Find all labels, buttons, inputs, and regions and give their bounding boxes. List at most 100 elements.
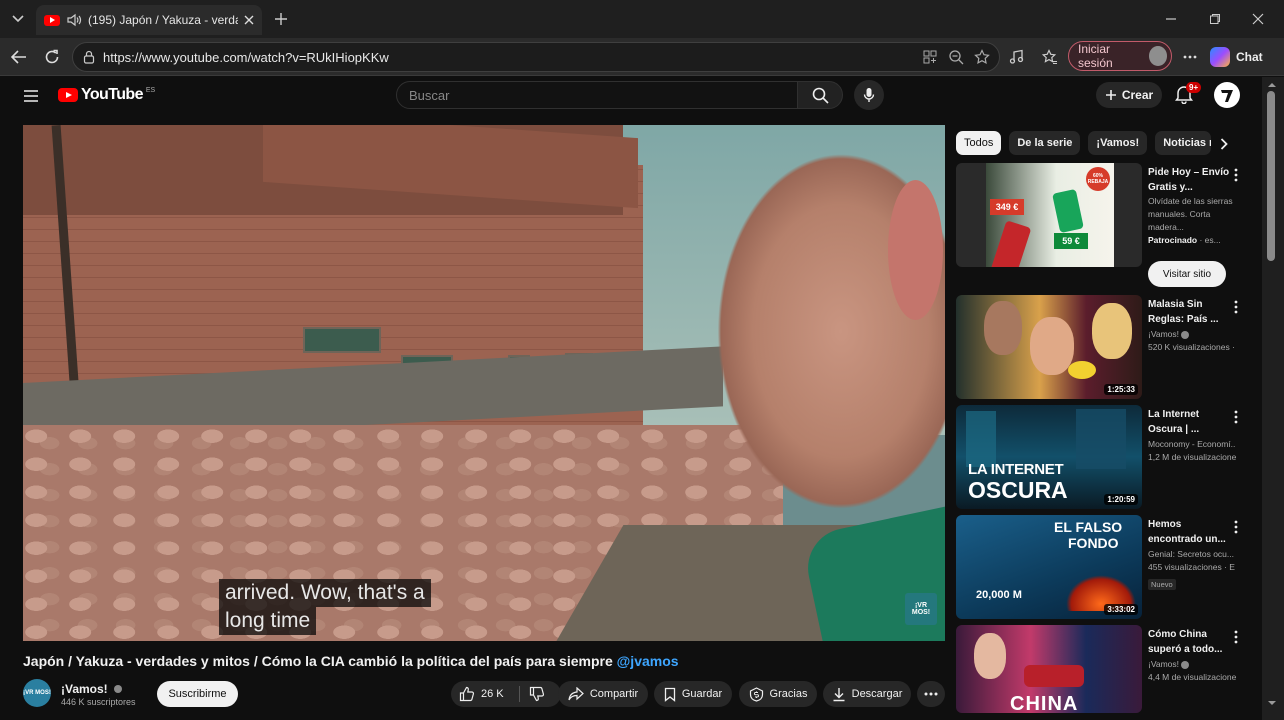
video-views: 455 visualizaciones · E <box>1148 562 1235 572</box>
scroll-down-arrow-icon[interactable] <box>1267 699 1277 707</box>
video-thumbnail[interactable]: CHINA <box>956 625 1142 713</box>
sign-in-button[interactable]: Iniciar sesión <box>1068 41 1172 71</box>
copilot-icon <box>1210 47 1230 67</box>
more-options-icon[interactable] <box>1180 47 1200 67</box>
chat-label: Chat <box>1236 50 1263 64</box>
download-icon <box>832 687 846 702</box>
chip-todos[interactable]: Todos <box>956 131 1002 155</box>
recommended-video[interactable]: EL FALSO FONDO 20,000 M 3:33:02 Hemos en… <box>956 515 1246 619</box>
chip-de-la-serie[interactable]: De la serie <box>1009 131 1081 155</box>
video-more-vertical-icon[interactable] <box>1232 299 1240 315</box>
video-more-vertical-icon[interactable] <box>1232 519 1240 535</box>
recommended-video[interactable]: LA INTERNET OSCURA 1:20:59 La Internet O… <box>956 405 1246 509</box>
channel-name[interactable]: ¡Vamos! <box>61 682 122 696</box>
scroll-up-arrow-icon[interactable] <box>1267 81 1277 89</box>
video-title[interactable]: La Internet Oscura | ... <box>1148 407 1236 437</box>
scrollbar-thumb[interactable] <box>1267 91 1275 261</box>
recommended-video[interactable]: CHINA Cómo China superó a todo... ¡Vamos… <box>956 625 1246 713</box>
video-player[interactable]: arrived. Wow, that's a long time ¡VR MOS… <box>23 125 945 641</box>
subscribe-button[interactable]: Suscribirme <box>157 681 238 707</box>
channel-avatar[interactable]: ¡VR MOS! <box>23 679 51 707</box>
copilot-chat-button[interactable]: Chat <box>1210 45 1274 69</box>
reload-icon[interactable] <box>41 46 63 68</box>
channel-watermark[interactable]: ¡VR MOS! <box>905 593 937 625</box>
caption-line-1: arrived. Wow, that's a <box>219 579 431 607</box>
address-bar[interactable]: https://www.youtube.com/watch?v=RUkIHiop… <box>72 42 1000 72</box>
download-button[interactable]: Descargar <box>823 681 911 707</box>
thanks-label: Gracias <box>769 688 808 700</box>
share-button[interactable]: Compartir <box>558 681 648 707</box>
microphone-icon[interactable] <box>854 80 884 110</box>
recommended-video[interactable]: 1:25:33 Malasia Sin Reglas: País ... ¡Va… <box>956 295 1246 399</box>
youtube-logo[interactable]: YouTube ES <box>58 86 155 104</box>
browser-tab[interactable]: (195) Japón / Yakuza - verdad <box>36 5 262 35</box>
search-button[interactable] <box>797 81 843 109</box>
thumb-face <box>974 633 1006 679</box>
site-info-icon[interactable] <box>83 50 95 64</box>
video-channel-name[interactable]: ¡Vamos! <box>1148 329 1179 339</box>
favorite-star-icon[interactable] <box>972 47 992 67</box>
like-count[interactable]: 26 K <box>481 688 504 700</box>
logo-country-code: ES <box>145 86 156 94</box>
video-title[interactable]: Malasia Sin Reglas: País ... <box>1148 297 1236 327</box>
save-button[interactable]: Guardar <box>654 681 732 707</box>
ad-price-2: 59 € <box>1054 233 1088 249</box>
page-scrollbar[interactable] <box>1262 77 1284 720</box>
tab-list-chevron-icon[interactable] <box>6 8 30 30</box>
sponsored-ad[interactable]: 349 € 59 € 60% REBAJA Pide Hoy – Envío G… <box>956 163 1246 289</box>
create-button[interactable]: Crear <box>1096 82 1162 108</box>
ad-more-vertical-icon[interactable] <box>1232 167 1240 183</box>
new-tab-plus-icon[interactable] <box>270 8 292 30</box>
video-thumbnail[interactable]: EL FALSO FONDO 20,000 M 3:33:02 <box>956 515 1142 619</box>
video-channel-name[interactable]: ¡Vamos! <box>1148 659 1179 669</box>
thumbs-up-icon[interactable] <box>459 686 475 702</box>
video-title-hashtag[interactable]: @jvamos <box>617 653 679 669</box>
video-channel-name[interactable]: Moconomy - Economí... <box>1148 437 1236 451</box>
chips-next-chevron-icon[interactable] <box>1214 134 1234 154</box>
visit-site-button[interactable]: Visitar sitio <box>1148 261 1226 287</box>
thumb-face-2 <box>1030 317 1074 375</box>
chip-noticias[interactable]: Noticias r <box>1155 131 1212 155</box>
minimize-icon[interactable] <box>1162 10 1180 28</box>
ad-thumbnail[interactable]: 349 € 59 € 60% REBAJA <box>956 163 1142 267</box>
video-channel-name[interactable]: Genial: Secretos ocu... <box>1148 547 1236 561</box>
app-available-icon[interactable] <box>920 47 940 67</box>
close-window-icon[interactable] <box>1249 10 1267 28</box>
video-channel[interactable]: ¡Vamos! <box>1148 327 1236 341</box>
video-channel[interactable]: ¡Vamos! <box>1148 657 1236 671</box>
close-tab-icon[interactable] <box>244 15 254 25</box>
thanks-dollar-icon <box>749 686 764 702</box>
restore-icon[interactable] <box>1206 10 1224 28</box>
filter-chips: Todos De la serie ¡Vamos! Noticias r <box>956 131 1212 155</box>
ad-title[interactable]: Pide Hoy – Envío Gratis y... <box>1148 165 1236 195</box>
tab-title: (195) Japón / Yakuza - verdad <box>88 13 238 27</box>
thumb-building <box>1076 409 1126 469</box>
video-title[interactable]: Cómo China superó a todo... <box>1148 627 1236 657</box>
account-avatar-icon[interactable] <box>1214 82 1240 108</box>
hamburger-menu-icon[interactable] <box>20 85 42 107</box>
subscriber-count: 446 K suscriptores <box>61 697 136 707</box>
url-text[interactable]: https://www.youtube.com/watch?v=RUkIHiop… <box>103 50 389 65</box>
channel-name-text[interactable]: ¡Vamos! <box>61 682 108 696</box>
back-arrow-icon[interactable] <box>8 46 30 68</box>
more-actions-button[interactable] <box>917 681 945 707</box>
chip-vamos[interactable]: ¡Vamos! <box>1088 131 1148 155</box>
search-input[interactable] <box>409 87 797 103</box>
ad-sponsored-label: Patrocinado <box>1148 235 1198 245</box>
thumb-text-1: CHINA <box>1010 693 1079 713</box>
media-control-icon[interactable] <box>1006 47 1026 67</box>
video-thumbnail[interactable]: 1:25:33 <box>956 295 1142 399</box>
zoom-out-icon[interactable] <box>946 47 966 67</box>
video-more-vertical-icon[interactable] <box>1232 409 1240 425</box>
video-more-vertical-icon[interactable] <box>1232 629 1240 645</box>
logo-wordmark: YouTube <box>81 86 143 103</box>
video-thumbnail[interactable]: LA INTERNET OSCURA 1:20:59 <box>956 405 1142 509</box>
share-label: Compartir <box>589 688 639 700</box>
video-title[interactable]: Hemos encontrado un... <box>1148 517 1236 547</box>
speaker-icon[interactable] <box>66 13 82 27</box>
dislike-button[interactable] <box>521 681 553 707</box>
thanks-button[interactable]: Gracias <box>739 681 817 707</box>
notifications-bell-icon[interactable]: 9+ <box>1174 82 1202 108</box>
favorites-icon[interactable] <box>1040 47 1060 67</box>
ad-sponsor-domain: · es... <box>1197 235 1221 245</box>
